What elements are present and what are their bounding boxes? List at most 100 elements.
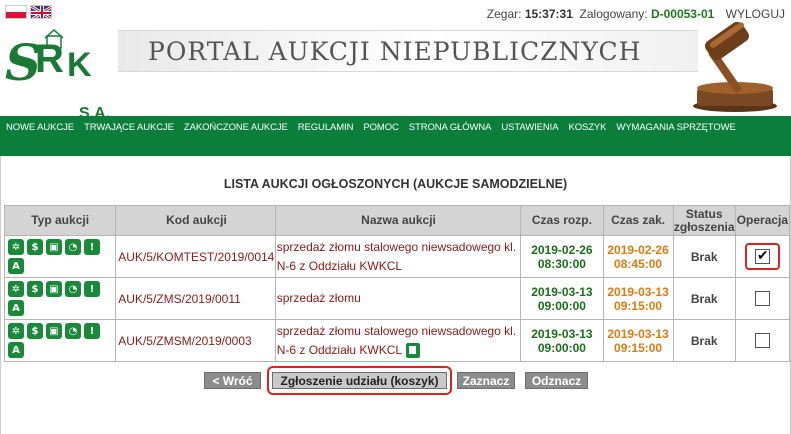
dollar-icon: $ xyxy=(27,323,43,339)
start-date: 2019-02-26 xyxy=(531,242,593,257)
operation-cell xyxy=(734,235,791,278)
clock-value: 15:37:31 xyxy=(524,7,573,21)
deselect-all-button[interactable]: Odznacz xyxy=(525,372,588,389)
end-time: 08:45:00 xyxy=(614,256,663,271)
auction-code[interactable]: AUK/5/ZMS/2019/0011 xyxy=(115,277,276,320)
scrap-icon: ✲ xyxy=(8,281,24,297)
lock-icon: ▣ xyxy=(46,281,62,297)
start-time-cell: 2019-03-13 09:00:00 xyxy=(520,319,604,362)
portal-title: PORTAL AUKCJI NIEPUBLICZNYCH xyxy=(148,37,642,66)
end-time-cell: 2019-03-13 09:15:00 xyxy=(602,277,674,320)
start-time: 08:30:00 xyxy=(537,256,586,271)
end-time-cell: 2019-02-26 08:45:00 xyxy=(602,235,674,278)
session-info: Zegar: 15:37:31 Zalogowany: D-00053-01 W… xyxy=(487,7,785,21)
select-checkbox[interactable] xyxy=(754,291,770,307)
nav-ongoing-auctions[interactable]: TRWAJĄCE AUKCJE xyxy=(84,122,174,133)
end-time-cell: 2019-03-13 09:15:00 xyxy=(602,319,674,362)
end-date: 2019-02-26 xyxy=(607,242,669,257)
polish-flag-icon[interactable] xyxy=(5,5,27,19)
scrap-icon: ✲ xyxy=(8,323,24,339)
type-icons: ✲ $ ▣ ◔ ! A xyxy=(8,323,112,358)
main-nav: NOWE AUKCJE TRWAJĄCE AUKCJE ZAKOŃCZONE A… xyxy=(0,116,791,156)
table-row: ✲ $ ▣ ◔ ! A AUK/5/ZMS/2019/0011 sprzedaż… xyxy=(3,277,791,320)
select-all-button[interactable]: Zaznacz xyxy=(457,372,515,389)
exclamation-icon: ! xyxy=(84,239,100,255)
header-code: Kod aukcji xyxy=(115,205,276,236)
auction-name[interactable]: sprzedaż złomu stalowego niewsadowego kl… xyxy=(277,324,516,357)
document-icon[interactable] xyxy=(406,342,421,358)
checkbox-highlight xyxy=(744,242,780,271)
auctions-table: Typ aukcji Kod aukcji Nazwa aukcji Czas … xyxy=(3,205,791,362)
letter-a-icon: A xyxy=(8,342,24,358)
clock-icon: ◔ xyxy=(65,323,81,339)
start-date: 2019-03-13 xyxy=(531,284,593,299)
table-row: ✲ $ ▣ ◔ ! A AUK/5/KOMTEST/2019/0014 sprz… xyxy=(3,235,791,278)
header-start: Czas rozp. xyxy=(520,205,604,236)
type-cell: ✲ $ ▣ ◔ ! A xyxy=(3,319,117,362)
select-checkbox[interactable] xyxy=(754,247,770,265)
auction-name[interactable]: sprzedaż złomu xyxy=(274,277,522,320)
srk-logo-icon: S R K xyxy=(5,28,92,92)
portal-banner: PORTAL AUKCJI NIEPUBLICZNYCH xyxy=(118,30,698,72)
header-operation: Operacja xyxy=(734,205,791,236)
end-time: 09:15:00 xyxy=(614,298,663,313)
scrap-icon: ✲ xyxy=(8,239,24,255)
svg-text:R: R xyxy=(35,37,64,81)
logged-label: Zalogowany: xyxy=(579,7,648,21)
srk-logo: S R K S.A. xyxy=(5,28,115,122)
letter-a-icon: A xyxy=(8,300,24,316)
main-content: LISTA AUKCJI OGŁOSZONYCH (AUKCJE SAMODZI… xyxy=(0,156,791,434)
auction-code[interactable]: AUK/5/ZMSM/2019/0003 xyxy=(115,319,276,362)
gavel-icon xyxy=(685,21,785,114)
nav-new-auctions[interactable]: NOWE AUKCJE xyxy=(6,122,74,133)
nav-cart[interactable]: KOSZYK xyxy=(568,122,606,133)
auction-name[interactable]: sprzedaż złomu stalowego niewsadowego kl… xyxy=(274,235,522,278)
dollar-icon: $ xyxy=(27,239,43,255)
page-title: LISTA AUKCJI OGŁOSZONYCH (AUKCJE SAMODZI… xyxy=(223,177,568,191)
clock-icon: ◔ xyxy=(65,239,81,255)
nav-requirements[interactable]: WYMAGANIA SPRZĘTOWE xyxy=(616,122,735,133)
start-time-cell: 2019-03-13 09:00:00 xyxy=(520,277,604,320)
clock-label: Zegar: xyxy=(486,7,522,21)
nav-settings[interactable]: USTAWIENIA xyxy=(501,122,558,133)
auction-name-cell: sprzedaż złomu stalowego niewsadowego kl… xyxy=(274,319,522,362)
header-end: Czas zak. xyxy=(602,205,674,236)
operation-cell xyxy=(734,319,791,362)
end-time: 09:15:00 xyxy=(614,340,663,355)
nav-help[interactable]: POMOC xyxy=(363,122,398,133)
logout-link[interactable]: WYLOGUJ xyxy=(726,7,785,21)
letter-a-icon: A xyxy=(8,258,24,274)
operation-cell xyxy=(734,277,791,320)
nav-regulations[interactable]: REGULAMIN xyxy=(298,122,354,133)
dollar-icon: $ xyxy=(27,281,43,297)
status-cell: Brak xyxy=(672,319,736,362)
english-flag-icon[interactable] xyxy=(30,5,52,19)
header-name: Nazwa aukcji xyxy=(274,205,522,236)
select-checkbox[interactable] xyxy=(754,333,770,349)
auction-code[interactable]: AUK/5/KOMTEST/2019/0014 xyxy=(115,235,276,278)
start-time-cell: 2019-02-26 08:30:00 xyxy=(520,235,604,278)
nav-home[interactable]: STRONA GŁÓWNA xyxy=(409,122,492,133)
type-cell: ✲ $ ▣ ◔ ! A xyxy=(3,277,117,320)
header-status: Status zgłoszenia xyxy=(672,205,736,236)
svg-text:K: K xyxy=(67,46,92,84)
submit-participation-button[interactable]: Zgłoszenie udziału (koszyk) xyxy=(272,372,447,389)
table-header-row: Typ aukcji Kod aukcji Nazwa aukcji Czas … xyxy=(3,205,791,236)
clock-icon: ◔ xyxy=(65,281,81,297)
header: Zegar: 15:37:31 Zalogowany: D-00053-01 W… xyxy=(0,0,791,122)
user-id: D-00053-01 xyxy=(650,7,715,21)
end-date: 2019-03-13 xyxy=(607,284,669,299)
start-time: 09:00:00 xyxy=(537,340,586,355)
language-flags xyxy=(5,5,52,19)
nav-finished-auctions[interactable]: ZAKOŃCZONE AUKCJE xyxy=(184,122,288,133)
exclamation-icon: ! xyxy=(84,281,100,297)
back-button[interactable]: < Wróć xyxy=(204,372,261,389)
table-row: ✲ $ ▣ ◔ ! A AUK/5/ZMSM/2019/0003 sprzeda… xyxy=(3,319,791,362)
status-cell: Brak xyxy=(672,235,736,278)
start-date: 2019-03-13 xyxy=(531,326,593,341)
lock-icon: ▣ xyxy=(46,239,62,255)
status-cell: Brak xyxy=(672,277,736,320)
type-icons: ✲ $ ▣ ◔ ! A xyxy=(8,281,112,316)
end-date: 2019-03-13 xyxy=(607,326,669,341)
type-icons: ✲ $ ▣ ◔ ! A xyxy=(8,239,112,274)
